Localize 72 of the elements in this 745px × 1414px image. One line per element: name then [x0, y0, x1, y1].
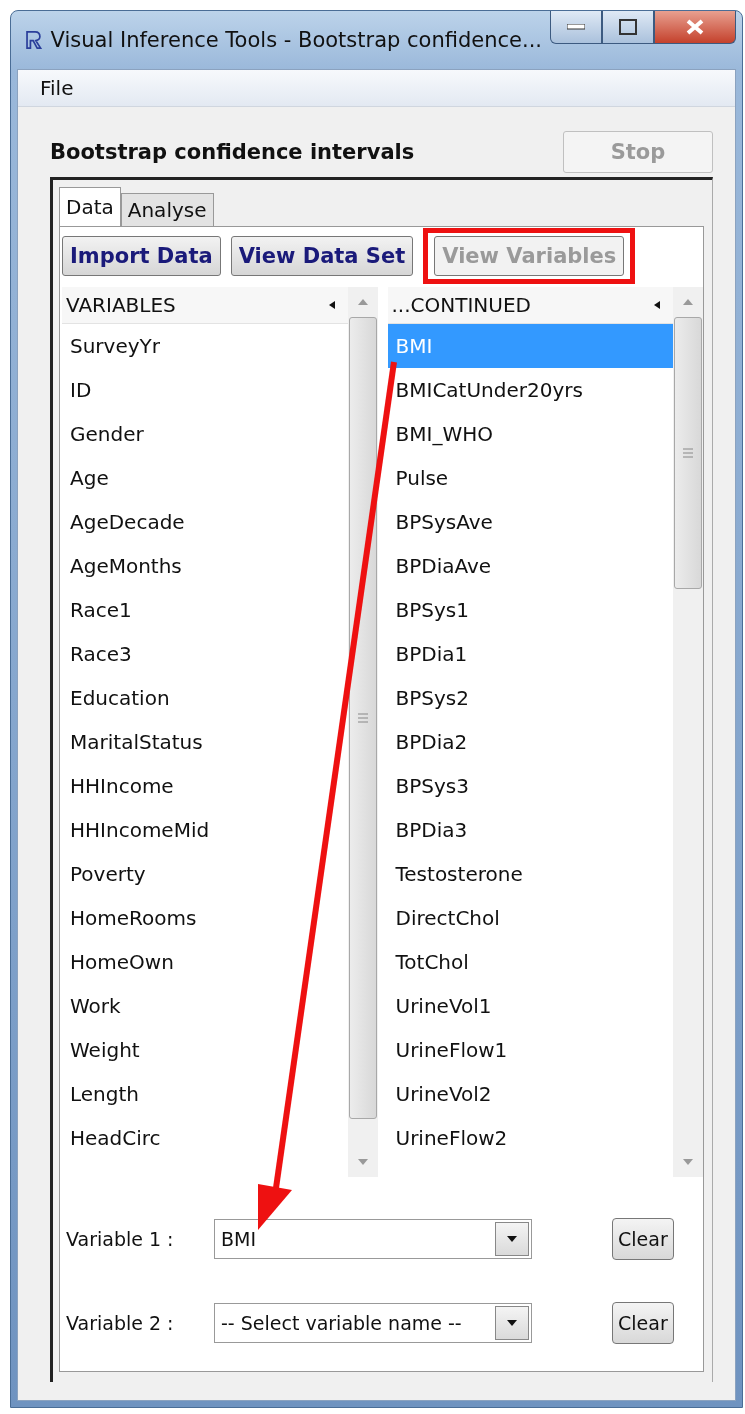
list-item[interactable]: Testosterone [387, 852, 673, 896]
list-item[interactable]: BPSys3 [387, 764, 673, 808]
scroll-up-icon [682, 298, 694, 306]
menu-item[interactable]: File [40, 76, 74, 100]
list-item[interactable]: Gender [62, 412, 348, 456]
list-item[interactable]: HomeRooms [62, 896, 348, 940]
close-button[interactable] [654, 11, 736, 44]
list-item[interactable]: Education [62, 676, 348, 720]
list-item[interactable]: HomeOwn [62, 940, 348, 984]
list-item[interactable]: Work [62, 984, 348, 1028]
maximize-button[interactable] [602, 11, 654, 44]
dropdown-value: BMI [220, 1228, 258, 1250]
list-item[interactable]: TotChol [387, 940, 673, 984]
list-item[interactable]: BPSys1 [387, 588, 673, 632]
list-header-label: VARIABLES [66, 293, 176, 317]
list-item[interactable]: AgeDecade [62, 500, 348, 544]
scroll-thumb[interactable] [674, 317, 702, 589]
clear-button[interactable]: Clear [612, 1302, 674, 1344]
list-item[interactable]: UrineFlow1 [387, 1028, 673, 1072]
list-item[interactable]: Weight [62, 1028, 348, 1072]
toolbar-button[interactable]: Import Data [62, 236, 221, 276]
list-item[interactable]: BPDiaAve [387, 544, 673, 588]
scrollbar[interactable] [673, 287, 703, 1177]
list-item[interactable]: UrineVol2 [387, 1072, 673, 1116]
toolbar-button[interactable]: View Data Set [230, 236, 414, 276]
field-label: Variable 2 : [65, 1312, 175, 1334]
list-item[interactable]: BPSys2 [387, 676, 673, 720]
tab[interactable]: Analyse [120, 193, 214, 226]
window-title: Visual Inference Tools - Bootstrap confidence... [50, 28, 542, 52]
variable-dropdown[interactable]: BMI [214, 1219, 532, 1259]
list-item[interactable]: Pulse [387, 456, 673, 500]
list-item[interactable]: BPSysAve [387, 500, 673, 544]
list-item[interactable]: BPDia2 [387, 720, 673, 764]
list-item[interactable]: UrineVol1 [387, 984, 673, 1028]
clear-button[interactable]: Clear [612, 1218, 674, 1260]
list-header[interactable]: ...CONTINUED [387, 287, 673, 324]
list-header-label: ...CONTINUED [391, 293, 531, 317]
list-item[interactable]: DirectChol [387, 896, 673, 940]
scroll-down-icon [682, 1158, 694, 1166]
list-item[interactable]: HHIncomeMid [62, 808, 348, 852]
panel-heading: Bootstrap confidence intervals [50, 140, 415, 164]
list-item[interactable]: Race1 [62, 588, 348, 632]
list-item[interactable]: Age [62, 456, 348, 500]
field-label: Variable 1 : [65, 1228, 175, 1250]
list-item[interactable]: BMICatUnder20yrs [387, 368, 673, 412]
dropdown-arrow-icon [506, 1235, 518, 1243]
dropdown-arrow-icon [506, 1319, 518, 1327]
list-item[interactable]: SurveyYr [62, 324, 348, 368]
minimize-icon [567, 24, 585, 30]
list-item[interactable]: MaritalStatus [62, 720, 348, 764]
list-item[interactable]: Race3 [62, 632, 348, 676]
list-item[interactable]: ID [62, 368, 348, 412]
maximize-icon [619, 19, 637, 35]
list-item[interactable]: BMI_WHO [387, 412, 673, 456]
tab[interactable]: Data [59, 187, 121, 226]
scroll-up-icon [356, 298, 369, 306]
close-icon [685, 18, 705, 36]
list-item[interactable]: Poverty [62, 852, 348, 896]
scroll-thumb[interactable] [348, 317, 377, 1119]
list-item[interactable]: HeadCirc [62, 1116, 348, 1160]
scrollbar[interactable] [347, 287, 378, 1177]
list-item[interactable]: AgeMonths [62, 544, 348, 588]
minimize-button[interactable] [550, 11, 602, 44]
list-item[interactable]: Length [62, 1072, 348, 1116]
dropdown-placeholder: -- Select variable name -- [220, 1312, 463, 1334]
list-header[interactable]: VARIABLES [62, 287, 348, 324]
scroll-down-icon [356, 1158, 369, 1166]
list-item[interactable]: HHIncome [62, 764, 348, 808]
list-item[interactable]: UrineFlow2 [387, 1116, 673, 1160]
list-item[interactable]: BPDia1 [387, 632, 673, 676]
variable-dropdown[interactable]: -- Select variable name -- [214, 1303, 532, 1343]
list-item[interactable]: BPDia3 [387, 808, 673, 852]
